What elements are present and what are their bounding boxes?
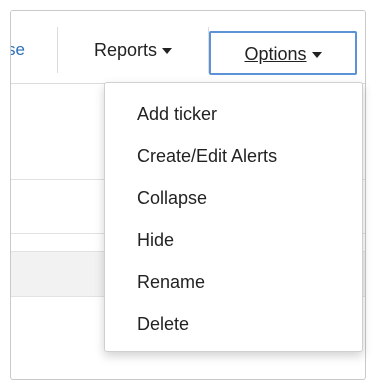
menu-item-add-ticker[interactable]: Add ticker	[105, 93, 362, 135]
menu-item-create-edit-alerts[interactable]: Create/Edit Alerts	[105, 135, 362, 177]
tab-partial[interactable]: se	[11, 27, 58, 73]
menu-item-hide[interactable]: Hide	[105, 219, 362, 261]
options-dropdown-menu: Add ticker Create/Edit Alerts Collapse H…	[104, 82, 363, 352]
tab-bar: se Reports Options	[11, 11, 365, 84]
menu-item-delete[interactable]: Delete	[105, 303, 362, 345]
tab-reports[interactable]: Reports	[58, 27, 209, 73]
caret-down-icon	[162, 48, 173, 55]
menu-item-collapse[interactable]: Collapse	[105, 177, 362, 219]
tab-reports-label: Reports	[93, 40, 158, 60]
tab-partial-label: se	[11, 40, 25, 59]
tab-options-label: Options	[244, 44, 307, 64]
tab-options[interactable]: Options	[209, 31, 357, 75]
menu-item-rename[interactable]: Rename	[105, 261, 362, 303]
caret-down-icon	[311, 52, 322, 59]
